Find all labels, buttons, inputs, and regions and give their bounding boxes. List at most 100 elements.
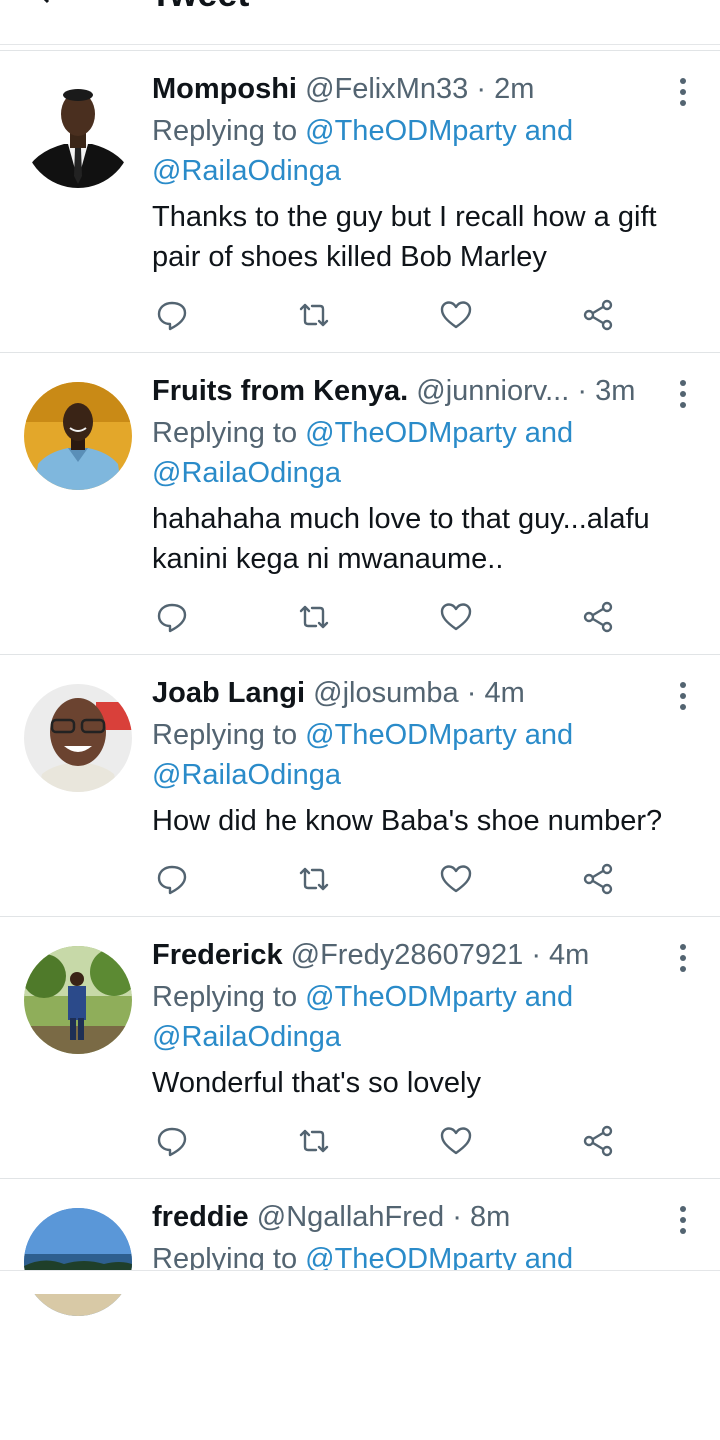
like-button[interactable] <box>436 597 476 637</box>
tweet-header: Fruits from Kenya. @junniorv... · 3m <box>152 371 652 411</box>
share-button[interactable] <box>578 859 618 899</box>
author-handle[interactable]: @junniorv... <box>416 375 569 407</box>
more-options-icon[interactable] <box>678 1205 688 1235</box>
mention-link[interactable]: @RailaOdinga <box>152 457 341 489</box>
author-handle[interactable]: @jlosumba <box>313 677 459 709</box>
share-icon <box>583 863 613 895</box>
avatar[interactable] <box>24 946 132 1054</box>
replying-prefix: Replying to <box>152 417 306 449</box>
tweet-header: Frederick @Fredy28607921 · 4m <box>152 935 652 975</box>
author-name[interactable]: Frederick <box>152 939 283 971</box>
author-handle[interactable]: @FelixMn33 <box>305 73 468 105</box>
tweet-header: Joab Langi @jlosumba · 4m <box>152 673 652 713</box>
replying-and[interactable]: and <box>517 719 573 751</box>
retweet-button[interactable] <box>294 597 334 637</box>
mention-link[interactable]: @TheODMparty <box>305 719 517 751</box>
replying-to: Replying to @TheODMparty and @RailaOding… <box>152 111 672 191</box>
retweet-button[interactable] <box>294 859 334 899</box>
heart-icon <box>440 865 472 893</box>
page-title: Tweet <box>150 0 249 14</box>
author-name[interactable]: Joab Langi <box>152 677 305 709</box>
author-handle[interactable]: @NgallahFred <box>257 1201 444 1233</box>
heart-icon <box>440 301 472 329</box>
separator: · <box>452 1201 462 1233</box>
timestamp[interactable]: 4m <box>549 939 589 971</box>
replying-to: Replying to @TheODMparty and @RailaOding… <box>152 413 672 493</box>
share-button[interactable] <box>578 597 618 637</box>
like-button[interactable] <box>436 859 476 899</box>
replying-to: Replying to @TheODMparty and @RailaOding… <box>152 977 672 1057</box>
back-arrow-icon[interactable] <box>30 0 70 14</box>
top-bar: Tweet <box>0 0 720 45</box>
mention-link[interactable]: @RailaOdinga <box>152 759 341 791</box>
timestamp[interactable]: 8m <box>470 1201 510 1233</box>
heart-icon <box>440 603 472 631</box>
reply-icon <box>157 603 187 633</box>
avatar[interactable] <box>24 382 132 490</box>
reply-feed: Momposhi @FelixMn33 · 2m Replying to @Th… <box>0 50 720 1440</box>
reply-tweet[interactable]: freddie @NgallahFred · 8m Replying to @T… <box>0 1178 720 1440</box>
reply-button[interactable] <box>152 1121 192 1161</box>
mention-link[interactable]: @TheODMparty <box>305 115 517 147</box>
replying-prefix: Replying to <box>152 115 306 147</box>
retweet-button[interactable] <box>294 295 334 335</box>
replying-and[interactable]: and <box>517 115 573 147</box>
reply-icon <box>157 301 187 331</box>
replying-prefix: Replying to <box>152 981 306 1013</box>
share-icon <box>583 601 613 633</box>
tweet-actions <box>152 859 622 899</box>
author-name[interactable]: freddie <box>152 1201 249 1233</box>
tweet-header: Momposhi @FelixMn33 · 2m <box>152 69 652 109</box>
retweet-icon <box>299 605 329 629</box>
separator: · <box>466 677 477 709</box>
reply-icon <box>157 865 187 895</box>
avatar[interactable] <box>24 684 132 792</box>
reply-tweet[interactable]: Frederick @Fredy28607921 · 4m Replying t… <box>0 916 720 1178</box>
bottom-bar <box>0 1270 720 1294</box>
author-handle[interactable]: @Fredy28607921 <box>291 939 524 971</box>
like-button[interactable] <box>436 295 476 335</box>
avatar[interactable] <box>24 1208 132 1316</box>
avatar[interactable] <box>24 80 132 188</box>
mention-link[interactable]: @RailaOdinga <box>152 155 341 187</box>
timestamp[interactable]: 4m <box>484 677 524 709</box>
author-name[interactable]: Momposhi <box>152 73 297 105</box>
replying-and[interactable]: and <box>517 417 573 449</box>
retweet-icon <box>299 1129 329 1153</box>
more-options-icon[interactable] <box>678 681 688 711</box>
reply-tweet[interactable]: Momposhi @FelixMn33 · 2m Replying to @Th… <box>0 50 720 352</box>
timestamp[interactable]: 3m <box>595 375 635 407</box>
reply-icon <box>157 1127 187 1157</box>
separator: · <box>577 375 588 407</box>
share-button[interactable] <box>578 1121 618 1161</box>
share-button[interactable] <box>578 295 618 335</box>
author-name[interactable]: Fruits from Kenya. <box>152 375 408 407</box>
reply-tweet[interactable]: Fruits from Kenya. @junniorv... · 3m Rep… <box>0 352 720 654</box>
retweet-button[interactable] <box>294 1121 334 1161</box>
mention-link[interactable]: @TheODMparty <box>305 417 517 449</box>
retweet-icon <box>299 867 329 891</box>
mention-link[interactable]: @TheODMparty <box>305 981 517 1013</box>
timestamp[interactable]: 2m <box>494 73 534 105</box>
share-icon <box>583 1125 613 1157</box>
replying-to: Replying to @TheODMparty and @RailaOding… <box>152 715 672 795</box>
tweet-actions <box>152 295 622 335</box>
tweet-actions <box>152 1121 622 1161</box>
more-options-icon[interactable] <box>678 379 688 409</box>
tweet-text: Wonderful that's so lovely <box>152 1067 481 1099</box>
tweet-header: freddie @NgallahFred · 8m <box>152 1197 652 1237</box>
reply-button[interactable] <box>152 859 192 899</box>
tweet-text: How did he know Baba's shoe number? <box>152 805 663 837</box>
more-options-icon[interactable] <box>678 77 688 107</box>
reply-tweet[interactable]: Joab Langi @jlosumba · 4m Replying to @T… <box>0 654 720 916</box>
separator: · <box>476 73 487 105</box>
heart-icon <box>440 1127 472 1155</box>
replying-and[interactable]: and <box>517 981 573 1013</box>
reply-button[interactable] <box>152 295 192 335</box>
more-options-icon[interactable] <box>678 943 688 973</box>
replying-prefix: Replying to <box>152 719 306 751</box>
reply-button[interactable] <box>152 597 192 637</box>
mention-link[interactable]: @RailaOdinga <box>152 1021 341 1053</box>
like-button[interactable] <box>436 1121 476 1161</box>
separator: · <box>531 939 541 971</box>
